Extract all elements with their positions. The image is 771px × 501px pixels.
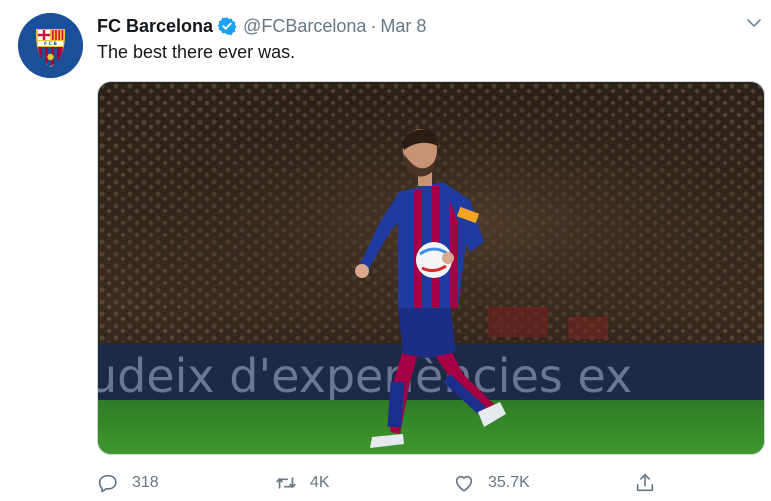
fc-barcelona-crest-icon: F C B bbox=[18, 13, 83, 78]
separator: · bbox=[370, 15, 377, 36]
display-name[interactable]: FC Barcelona bbox=[97, 16, 213, 37]
reply-count: 318 bbox=[132, 474, 159, 491]
share-icon bbox=[636, 473, 654, 492]
chevron-down-icon[interactable] bbox=[745, 14, 763, 32]
reply-icon bbox=[98, 474, 117, 493]
tweet-date[interactable]: Mar 8 bbox=[380, 16, 426, 37]
heart-icon bbox=[455, 475, 473, 492]
tweet-text: The best there ever was. bbox=[97, 42, 296, 62]
svg-text:F C B: F C B bbox=[44, 41, 58, 47]
retweet-count: 4K bbox=[310, 474, 330, 491]
tweet-photo[interactable]: udeix d'experiències ex bbox=[97, 81, 765, 455]
handle[interactable]: @FCBarcelona bbox=[243, 16, 366, 37]
like-button[interactable]: 35.7K bbox=[453, 470, 530, 496]
photo-image: udeix d'experiències ex bbox=[98, 82, 764, 454]
like-count: 35.7K bbox=[488, 474, 530, 491]
avatar[interactable]: F C B bbox=[18, 13, 83, 78]
retweet-button[interactable]: 4K bbox=[275, 470, 330, 496]
tweet-header: FC Barcelona @FCBarcelona · Mar 8 bbox=[97, 14, 426, 38]
tweet-actions: 318 4K 35.7K bbox=[97, 470, 765, 496]
ad-board-text: udeix d'experiències ex bbox=[98, 349, 632, 403]
retweet-icon bbox=[276, 477, 296, 489]
verified-badge-icon bbox=[217, 17, 237, 36]
reply-button[interactable]: 318 bbox=[97, 470, 159, 496]
share-button[interactable] bbox=[634, 470, 669, 496]
